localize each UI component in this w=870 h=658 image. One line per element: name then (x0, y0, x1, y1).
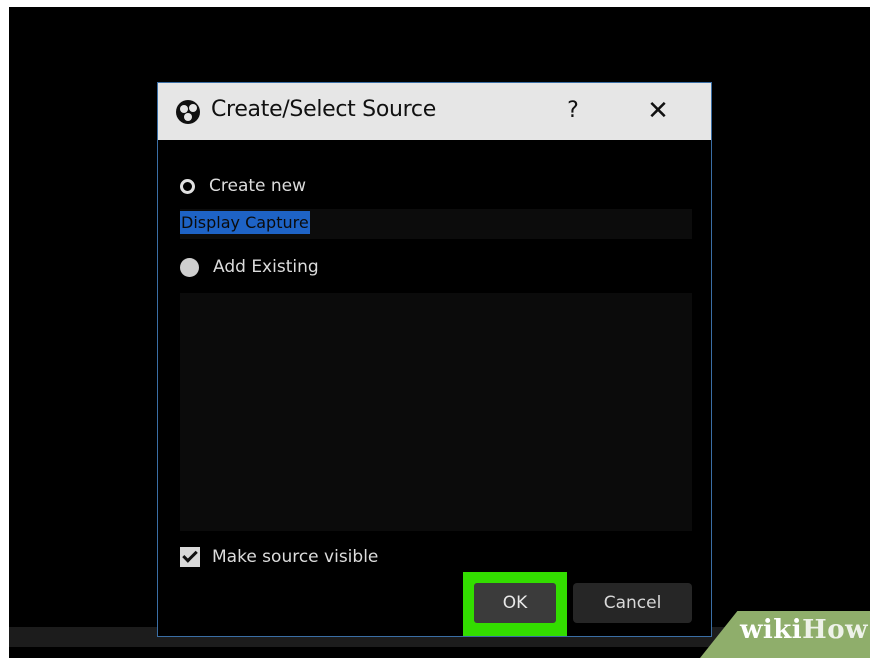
watermark-how: How (802, 615, 868, 645)
existing-sources-list[interactable] (180, 293, 692, 531)
create-select-source-dialog: Create/Select Source ? ✕ Create new Disp… (157, 82, 712, 637)
help-button[interactable]: ? (558, 95, 588, 127)
create-new-option[interactable]: Create new (180, 173, 306, 199)
radio-filled-icon[interactable] (180, 257, 199, 277)
add-existing-option[interactable]: Add Existing (180, 254, 319, 280)
wikihow-watermark: wikiHow (740, 615, 868, 645)
checkbox-checked-icon[interactable] (180, 547, 200, 567)
radio-empty-icon[interactable] (180, 178, 195, 194)
cancel-button[interactable]: Cancel (573, 583, 692, 623)
source-name-input[interactable]: Display Capture (180, 209, 692, 239)
source-name-value: Display Capture (180, 211, 310, 234)
ok-button[interactable]: OK (474, 583, 556, 623)
watermark-wiki: wiki (740, 615, 803, 645)
dialog-title: Create/Select Source (211, 97, 436, 122)
app-background: Create/Select Source ? ✕ Create new Disp… (9, 7, 870, 658)
close-button[interactable]: ✕ (642, 95, 674, 127)
add-existing-label: Add Existing (213, 257, 319, 277)
obs-logo-icon (176, 100, 200, 124)
make-visible-option[interactable]: Make source visible (180, 547, 378, 567)
dialog-titlebar: Create/Select Source ? ✕ (158, 83, 711, 140)
make-visible-label: Make source visible (212, 547, 379, 567)
create-new-label: Create new (209, 176, 307, 196)
